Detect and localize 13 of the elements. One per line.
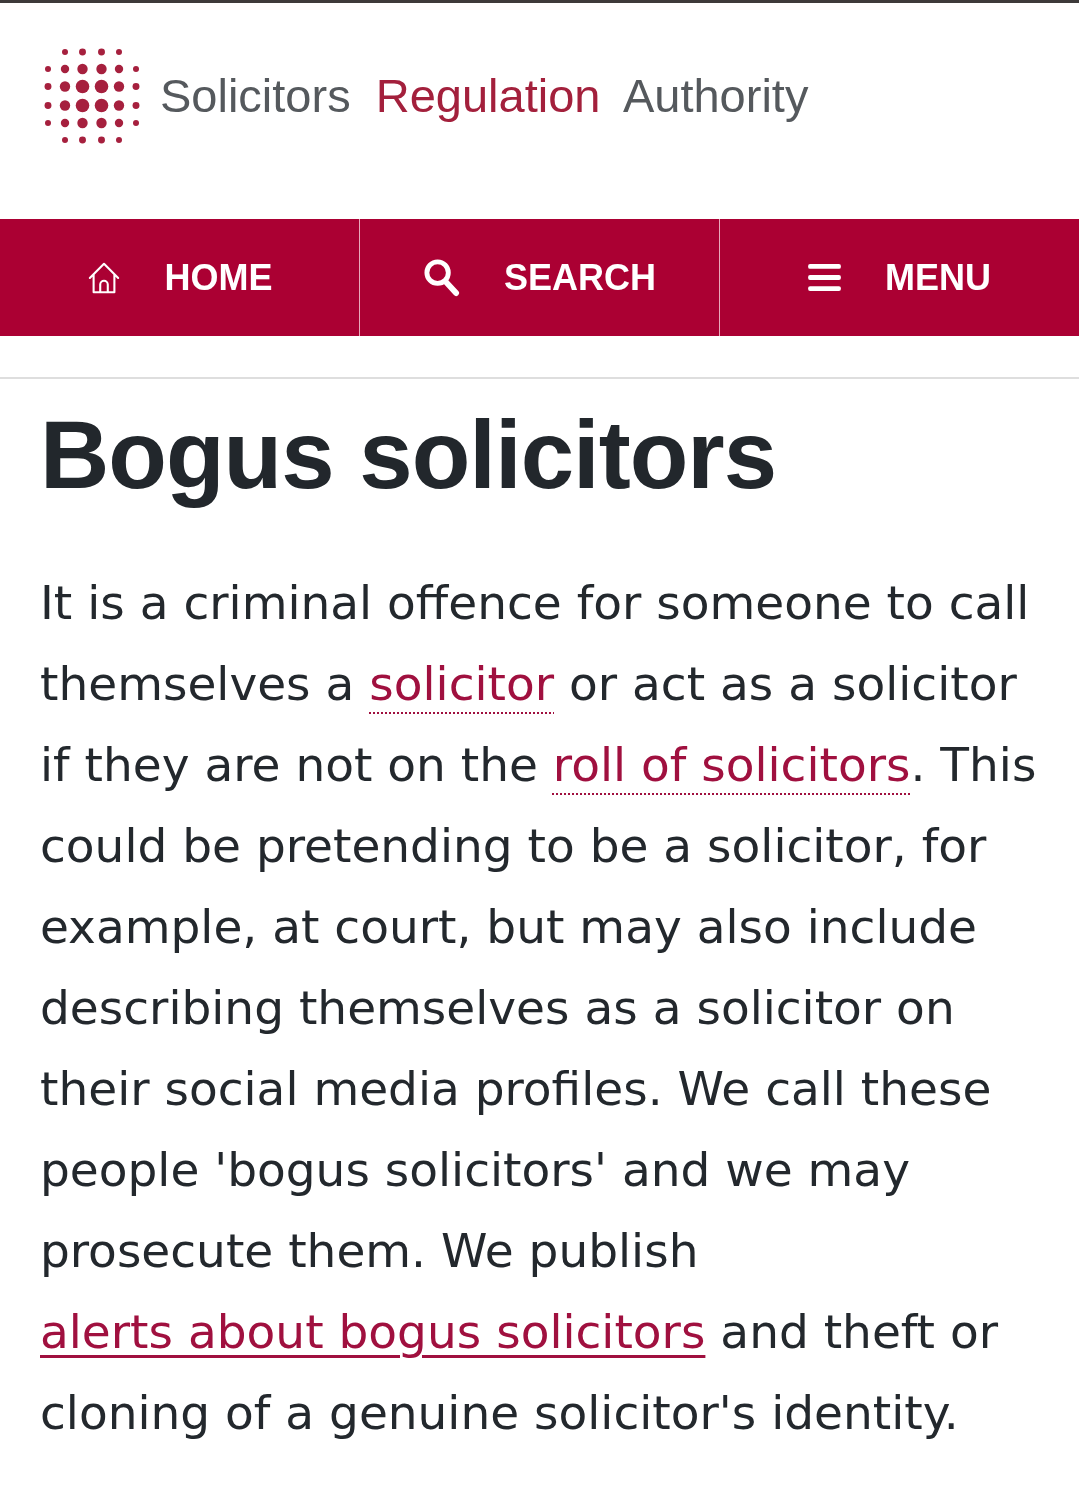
logo-wordmark: Solicitors Regulation Authority <box>160 67 809 124</box>
inline-link[interactable]: solicitor <box>369 656 555 712</box>
search-icon <box>423 258 460 297</box>
menu-icon <box>808 264 841 291</box>
home-button[interactable]: HOME <box>0 219 359 336</box>
menu-button[interactable]: MENU <box>719 219 1079 336</box>
logo-icon <box>42 46 142 146</box>
search-button[interactable]: SEARCH <box>359 219 719 336</box>
page-title: Bogus solicitors <box>40 400 777 510</box>
body-paragraph: It is a criminal offence for someone to call themselves a solicitor or act as a solicitor if they are not on the roll of solicitors. This could be pretending to be a solicitor, for example, at court, but may also include describing themselves as a solicitor on their social media profiles. We call these people 'bogus solicitors' and we may prosecute them. We publish alerts about bogus solicitors and theft or cloning of a genuine solicitor's identity. <box>40 574 1038 1443</box>
inline-link[interactable]: alerts about bogus solicitors <box>40 1304 706 1360</box>
inline-link[interactable]: roll of solicitors <box>552 737 911 793</box>
home-icon <box>86 260 121 295</box>
